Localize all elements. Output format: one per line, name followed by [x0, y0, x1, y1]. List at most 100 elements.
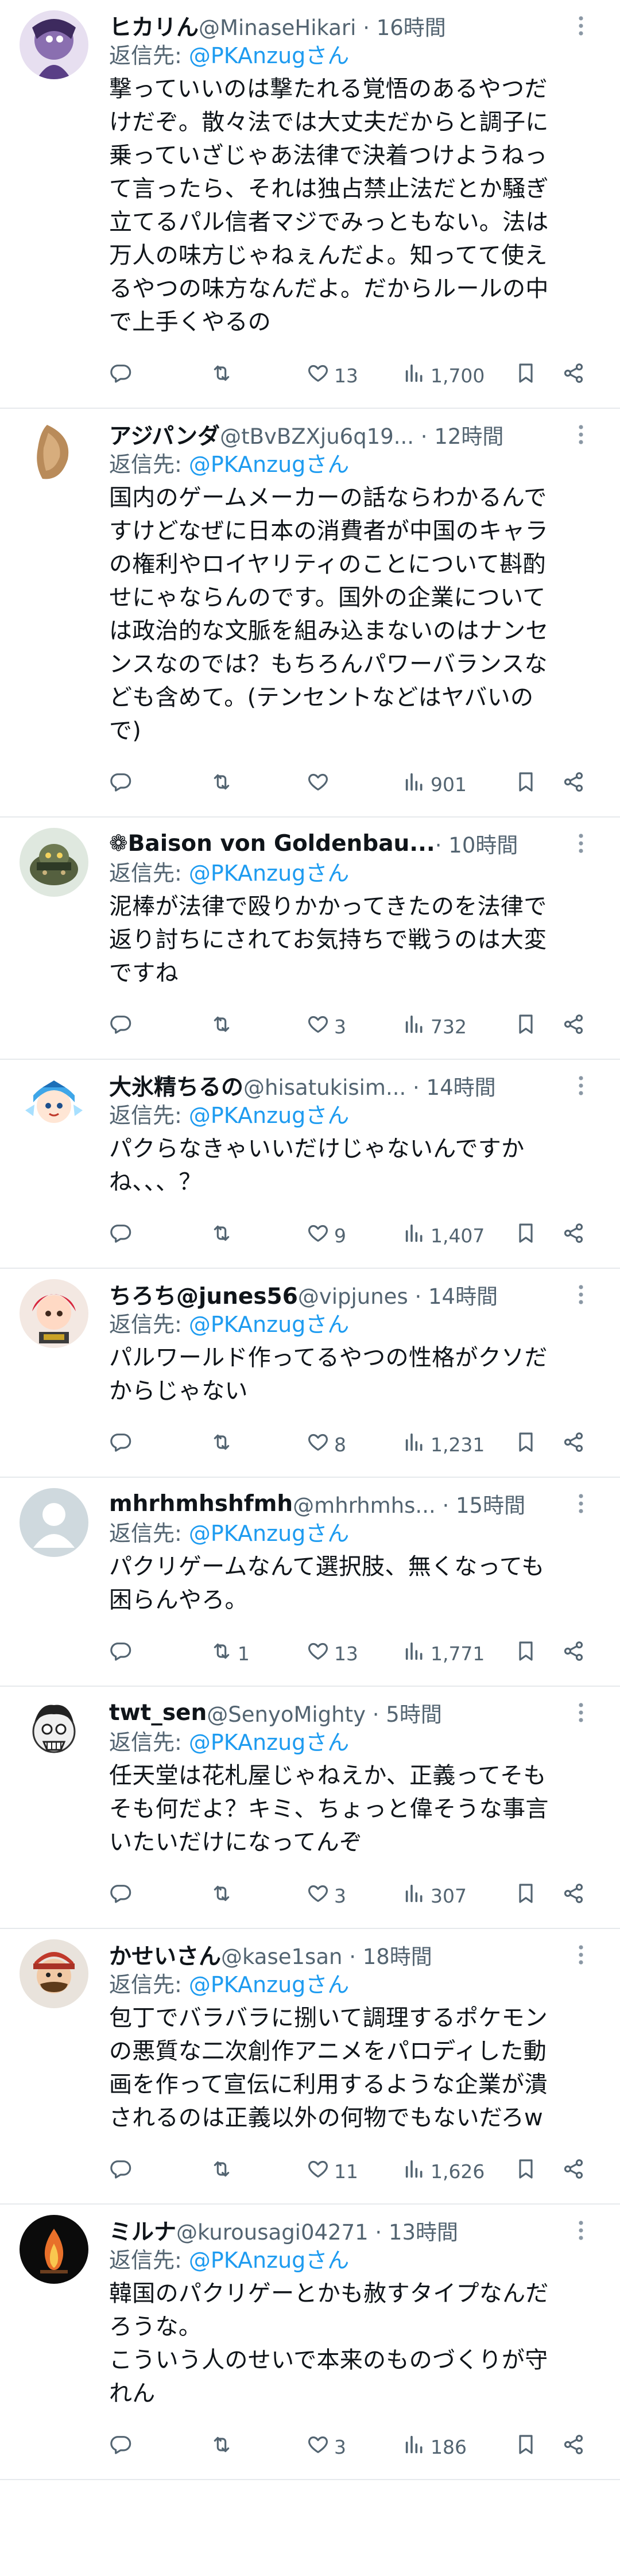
more-vertical-icon[interactable]	[569, 1942, 592, 1968]
retweet-button[interactable]	[210, 2433, 307, 2461]
reply-button[interactable]	[109, 770, 210, 798]
bookmark-button[interactable]	[514, 1640, 562, 1667]
more-vertical-icon[interactable]	[569, 1072, 592, 1099]
retweet-button[interactable]	[210, 1882, 307, 1909]
like-button[interactable]	[307, 770, 403, 798]
tweet-reply[interactable]: ❁Baison von Goldenbau... · 10時間 返信先: @PKA…	[0, 818, 620, 1060]
display-name[interactable]: 大氷精ちるの	[109, 1070, 243, 1101]
like-button[interactable]: 9	[307, 1222, 403, 1249]
avatar[interactable]	[20, 419, 88, 488]
handle-and-time[interactable]: @vipjunes · 14時間	[298, 1279, 561, 1310]
share-button[interactable]	[562, 1013, 596, 1040]
tweet-reply[interactable]: ヒカリん @MinaseHikari · 16時間 返信先: @PKAnzugさん…	[0, 0, 620, 409]
retweet-button[interactable]	[210, 1431, 307, 1458]
handle-and-time[interactable]: @SenyoMighty · 5時間	[207, 1697, 561, 1728]
retweet-button[interactable]	[210, 2157, 307, 2185]
more-vertical-icon[interactable]	[569, 830, 592, 857]
reply-button[interactable]	[109, 1882, 210, 1909]
display-name[interactable]: twt_sen	[109, 1700, 207, 1726]
share-button[interactable]	[562, 1431, 596, 1458]
display-name[interactable]: かせいさん	[109, 1939, 221, 1970]
like-button[interactable]: 3	[307, 1013, 403, 1040]
retweet-button[interactable]: 1	[210, 1640, 307, 1667]
bookmark-button[interactable]	[514, 1013, 562, 1040]
like-button[interactable]: 13	[307, 362, 403, 389]
tweet-reply[interactable]: mhrhmhshfmh @mhrhmhs... · 15時間 返信先: @PKAn…	[0, 1478, 620, 1687]
bookmark-button[interactable]	[514, 1222, 562, 1249]
tweet-reply[interactable]: twt_sen @SenyoMighty · 5時間 返信先: @PKAnzugさ…	[0, 1687, 620, 1929]
tweet-reply[interactable]: 大氷精ちるの @hisatukisim... · 14時間 返信先: @PKAnz…	[0, 1060, 620, 1269]
avatar[interactable]	[20, 10, 88, 79]
share-button[interactable]	[562, 1222, 596, 1249]
reply-button[interactable]	[109, 1222, 210, 1249]
retweet-button[interactable]	[210, 1013, 307, 1040]
handle-and-time[interactable]: @kase1san · 18時間	[221, 1939, 561, 1970]
handle-and-time[interactable]: · 10時間	[435, 828, 561, 859]
retweet-button[interactable]	[210, 770, 307, 798]
display-name[interactable]: ❁Baison von Goldenbau...	[109, 831, 435, 857]
like-button[interactable]: 11	[307, 2157, 403, 2185]
display-name[interactable]: ちろち@junes56	[109, 1279, 298, 1310]
reply-to-handle[interactable]: @PKAnzugさん	[189, 1103, 349, 1128]
avatar[interactable]	[20, 2215, 88, 2284]
views-button[interactable]: 1,231	[403, 1431, 514, 1458]
display-name[interactable]: ミルナ	[109, 2215, 176, 2246]
bookmark-button[interactable]	[514, 2157, 562, 2185]
handle-and-time[interactable]: @kurousagi04271 · 13時間	[176, 2215, 561, 2246]
views-button[interactable]: 901	[403, 770, 514, 798]
like-button[interactable]: 3	[307, 2433, 403, 2461]
like-button[interactable]: 8	[307, 1431, 403, 1458]
more-vertical-icon[interactable]	[569, 13, 592, 39]
avatar[interactable]	[20, 1697, 88, 1766]
avatar[interactable]	[20, 1939, 88, 2008]
handle-and-time[interactable]: @tBvBZXju6q19... · 12時間	[220, 419, 561, 450]
more-vertical-icon[interactable]	[569, 1490, 592, 1517]
share-button[interactable]	[562, 2157, 596, 2185]
reply-to-handle[interactable]: @PKAnzugさん	[189, 1972, 349, 1997]
reply-button[interactable]	[109, 2433, 210, 2461]
display-name[interactable]: ヒカリん	[109, 10, 199, 41]
reply-to-handle[interactable]: @PKAnzugさん	[189, 43, 349, 68]
views-button[interactable]: 1,771	[403, 1640, 514, 1667]
handle-and-time[interactable]: @hisatukisim... · 14時間	[243, 1070, 561, 1101]
reply-to-handle[interactable]: @PKAnzugさん	[189, 452, 349, 477]
reply-button[interactable]	[109, 2157, 210, 2185]
share-button[interactable]	[562, 770, 596, 798]
views-button[interactable]: 732	[403, 1013, 514, 1040]
reply-button[interactable]	[109, 1431, 210, 1458]
bookmark-button[interactable]	[514, 2433, 562, 2461]
display-name[interactable]: mhrhmhshfmh	[109, 1491, 293, 1517]
tweet-reply[interactable]: アジパンダ @tBvBZXju6q19... · 12時間 返信先: @PKAnz…	[0, 409, 620, 818]
views-button[interactable]: 1,626	[403, 2157, 514, 2185]
bookmark-button[interactable]	[514, 1882, 562, 1909]
views-button[interactable]: 1,407	[403, 1222, 514, 1249]
bookmark-button[interactable]	[514, 362, 562, 389]
reply-to-handle[interactable]: @PKAnzugさん	[189, 1312, 349, 1337]
retweet-button[interactable]	[210, 362, 307, 389]
avatar[interactable]	[20, 828, 88, 897]
views-button[interactable]: 1,700	[403, 362, 514, 389]
share-button[interactable]	[562, 1882, 596, 1909]
reply-to-handle[interactable]: @PKAnzugさん	[189, 1521, 349, 1546]
retweet-button[interactable]	[210, 1222, 307, 1249]
bookmark-button[interactable]	[514, 1431, 562, 1458]
avatar[interactable]	[20, 1070, 88, 1139]
tweet-reply[interactable]: かせいさん @kase1san · 18時間 返信先: @PKAnzugさん 包丁で…	[0, 1929, 620, 2205]
like-button[interactable]: 13	[307, 1640, 403, 1667]
more-vertical-icon[interactable]	[569, 1281, 592, 1308]
reply-to-handle[interactable]: @PKAnzugさん	[189, 861, 349, 886]
more-vertical-icon[interactable]	[569, 1699, 592, 1726]
share-button[interactable]	[562, 2433, 596, 2461]
share-button[interactable]	[562, 1640, 596, 1667]
more-vertical-icon[interactable]	[569, 2217, 592, 2244]
reply-button[interactable]	[109, 1013, 210, 1040]
reply-button[interactable]	[109, 1640, 210, 1667]
reply-to-handle[interactable]: @PKAnzugさん	[189, 1730, 349, 1755]
avatar[interactable]	[20, 1488, 88, 1557]
views-button[interactable]: 186	[403, 2433, 514, 2461]
tweet-reply[interactable]: ミルナ @kurousagi04271 · 13時間 返信先: @PKAnzugさ…	[0, 2205, 620, 2480]
bookmark-button[interactable]	[514, 770, 562, 798]
reply-to-handle[interactable]: @PKAnzugさん	[189, 2248, 349, 2273]
tweet-reply[interactable]: ちろち@junes56 @vipjunes · 14時間 返信先: @PKAnzu…	[0, 1269, 620, 1478]
handle-and-time[interactable]: @MinaseHikari · 16時間	[199, 10, 561, 41]
